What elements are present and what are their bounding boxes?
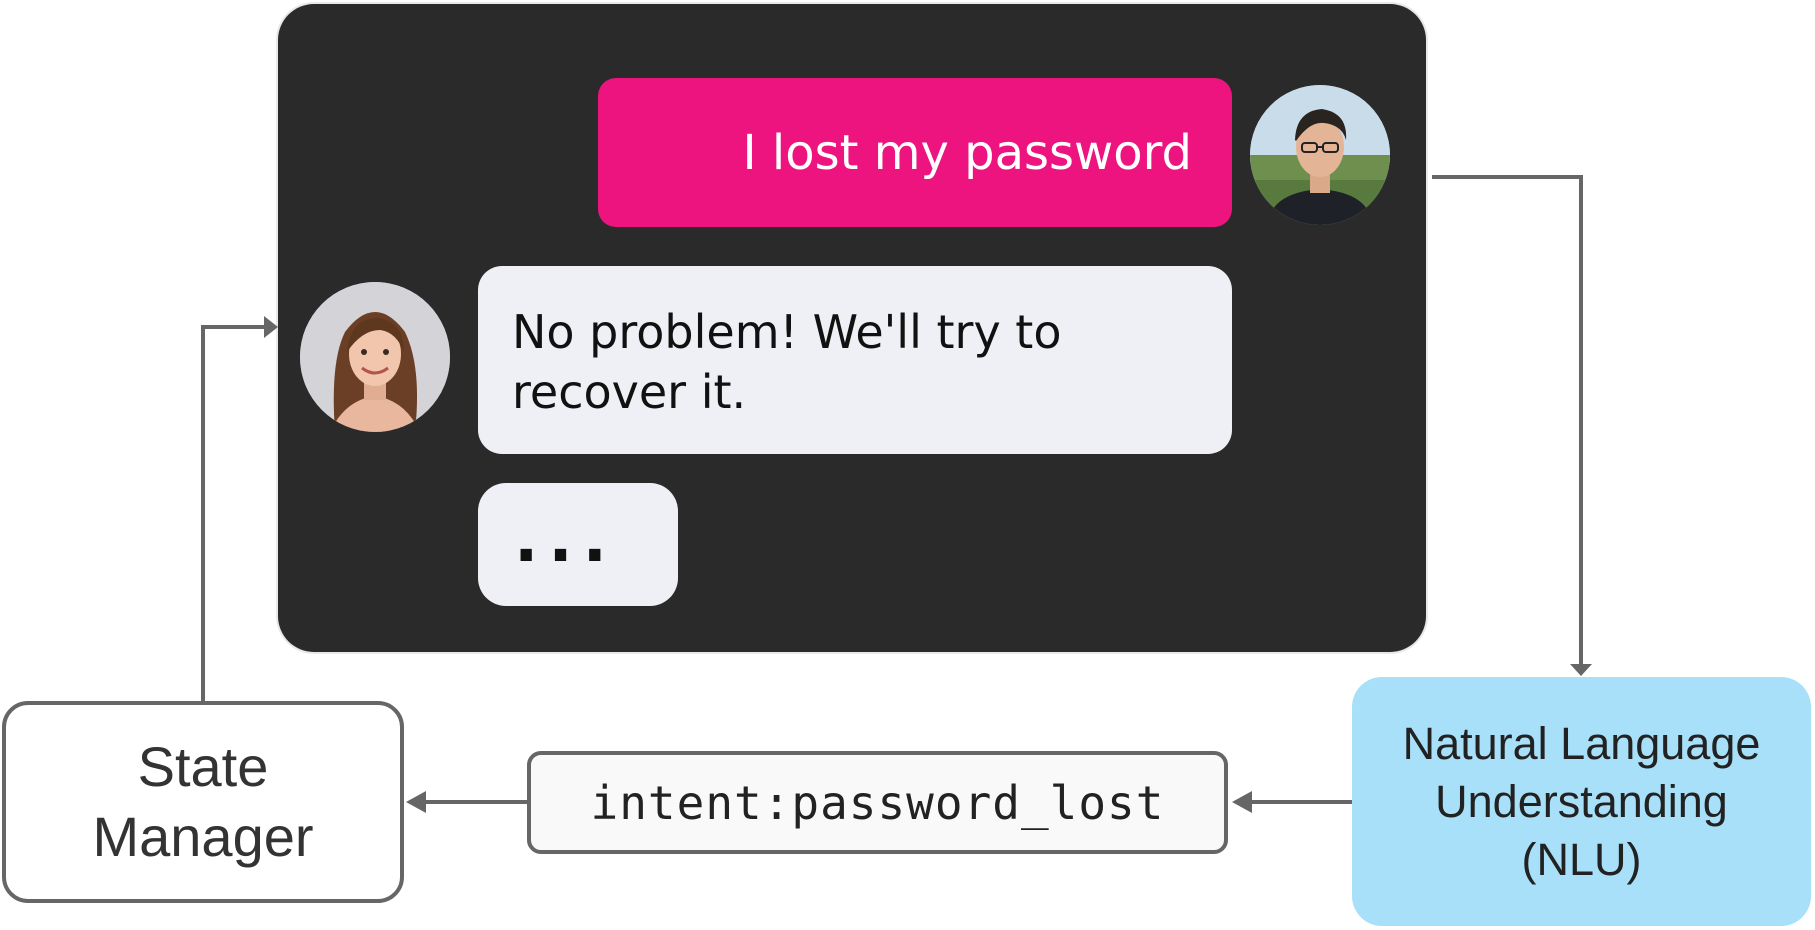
typing-indicator-text: ...	[514, 503, 617, 577]
user-message-text: I lost my password	[742, 124, 1192, 181]
state-manager-label-line2: Manager	[92, 805, 314, 868]
arrowhead-to-chat	[264, 316, 278, 338]
bot-avatar	[300, 282, 450, 432]
typing-indicator-bubble: ...	[478, 483, 678, 606]
nlu-label-line3: (NLU)	[1521, 833, 1642, 885]
user-avatar-image	[1250, 85, 1390, 225]
user-message-bubble: I lost my password	[598, 78, 1232, 227]
nlu-label-line2: Understanding	[1435, 775, 1728, 827]
state-manager-box: State Manager	[2, 701, 404, 903]
intent-label: intent:password_lost	[590, 775, 1165, 830]
bot-message-text: No problem! We'll try to recover it.	[512, 305, 1062, 419]
bot-message-bubble: No problem! We'll try to recover it.	[478, 266, 1232, 454]
intent-box: intent:password_lost	[527, 751, 1228, 854]
nlu-box: Natural Language Understanding (NLU)	[1352, 677, 1811, 926]
state-manager-label-line1: State	[137, 735, 269, 798]
user-avatar	[1250, 85, 1390, 225]
arrow-chat-to-nlu	[1432, 175, 1583, 664]
nlu-label-line1: Natural Language	[1402, 717, 1761, 769]
arrowhead-to-nlu	[1570, 664, 1592, 676]
arrow-state-manager-to-chat	[201, 325, 264, 701]
arrowhead-to-intent	[1232, 791, 1252, 813]
arrowhead-to-state-manager	[406, 791, 426, 813]
bot-avatar-image	[300, 282, 450, 432]
